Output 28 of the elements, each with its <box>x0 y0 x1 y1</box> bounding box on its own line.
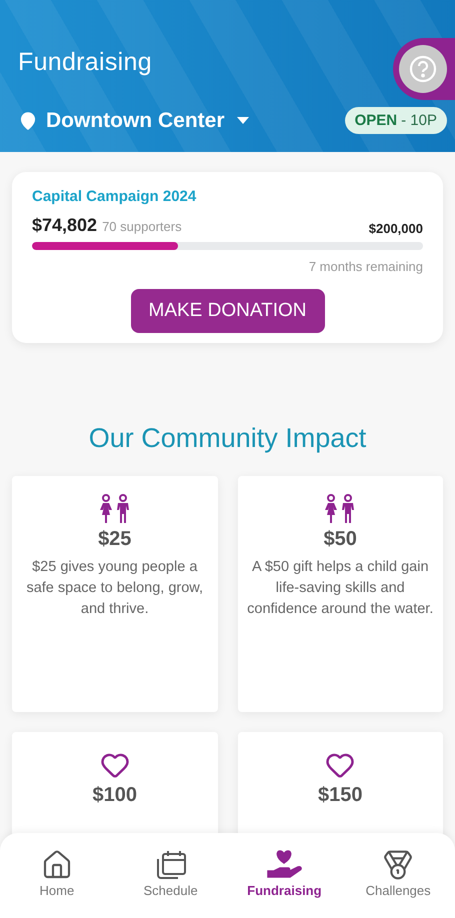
hours-text: - 10P <box>401 112 437 129</box>
status-text: OPEN <box>354 112 398 129</box>
impact-amount: $50 <box>324 528 357 551</box>
nav-tab[interactable]: Challenges <box>348 849 448 918</box>
children-icon <box>98 494 132 524</box>
page-title: Fundraising <box>18 48 152 77</box>
hand-heart-icon <box>266 849 302 881</box>
location-pin-icon <box>18 110 38 130</box>
impact-amount: $100 <box>92 784 137 807</box>
impact-description: $25 gives young people a safe space to belong, grow, and thrive. <box>25 558 204 619</box>
impact-amount: $150 <box>318 784 362 807</box>
medal-icon <box>382 849 414 881</box>
goal-amount: $200,000 <box>368 221 423 236</box>
donate-button[interactable]: MAKE DONATION <box>130 289 324 333</box>
time-remaining: 7 months remaining <box>308 259 423 274</box>
supporters-count: 70 supporters <box>102 219 182 234</box>
impact-description: A $50 gift helps a child gain life-saving skills and confidence around the water. <box>246 558 434 619</box>
caret-icon <box>236 116 248 124</box>
nav-tab[interactable]: Fundraising <box>234 849 334 918</box>
section-heading: Our Community Impact <box>88 423 368 454</box>
impact-amount: $25 <box>98 528 132 551</box>
nav-tab[interactable]: Home <box>6 849 107 918</box>
nav-tab[interactable]: Schedule <box>120 849 221 918</box>
raised-amount: $74,802 <box>32 215 98 235</box>
help-button[interactable] <box>399 45 447 93</box>
location-selector[interactable]: Downtown Center <box>18 108 248 132</box>
help-icon <box>409 55 437 83</box>
campaign-title: Capital Campaign 2024 <box>32 188 198 205</box>
